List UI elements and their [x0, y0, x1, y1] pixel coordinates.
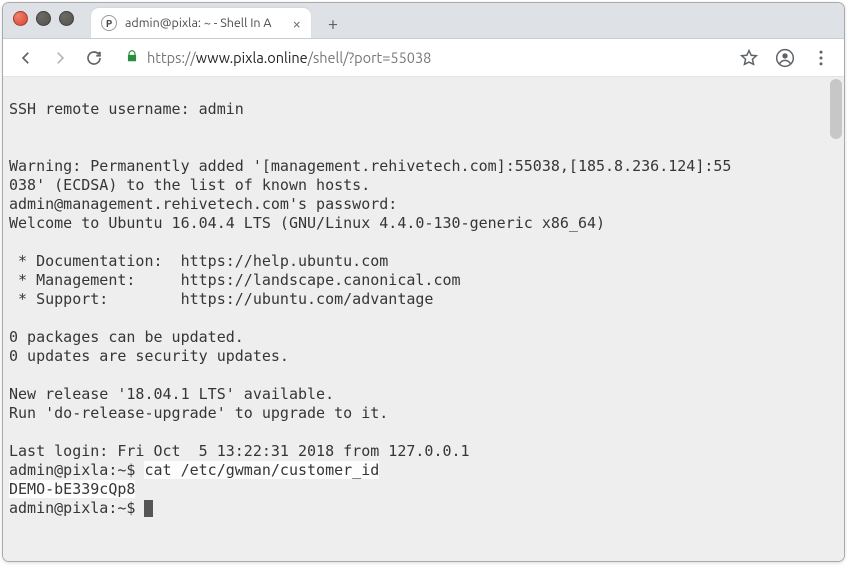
window-minimize-button[interactable]: [36, 11, 51, 26]
terminal-line: SSH remote username: admin: [9, 100, 244, 118]
window-controls: [13, 11, 82, 26]
window-maximize-button[interactable]: [59, 11, 74, 26]
url-path: /shell/?port=55038: [308, 49, 432, 66]
terminal-cursor: [144, 500, 153, 517]
window-close-button[interactable]: [13, 11, 28, 26]
terminal-command: cat /etc/gwman/customer_id: [144, 461, 379, 479]
terminal-line: 0 packages can be updated.: [9, 328, 244, 346]
terminal-output[interactable]: SSH remote username: admin Warning: Perm…: [3, 77, 844, 561]
terminal-line: Last login: Fri Oct 5 13:22:31 2018 from…: [9, 442, 470, 460]
terminal-line: admin@management.rehivetech.com's passwo…: [9, 195, 397, 213]
terminal-output-line: DEMO-bE339cQp8: [9, 480, 135, 498]
tab-title: admin@pixla: ~ - Shell In A: [125, 16, 287, 30]
forward-button[interactable]: [45, 43, 75, 73]
reload-button[interactable]: [79, 43, 109, 73]
tab-strip: P admin@pixla: ~ - Shell In A × +: [3, 3, 844, 39]
tab-close-icon[interactable]: ×: [293, 15, 301, 32]
new-tab-button[interactable]: +: [319, 10, 347, 38]
terminal-prompt: admin@pixla:~$: [9, 499, 144, 517]
terminal-line: Warning: Permanently added '[management.…: [9, 157, 731, 175]
menu-kebab-icon[interactable]: [806, 43, 836, 73]
terminal-line: Run 'do-release-upgrade' to upgrade to i…: [9, 404, 388, 422]
profile-avatar-icon[interactable]: [770, 43, 800, 73]
browser-toolbar: https://www.pixla.online/shell/?port=550…: [3, 39, 844, 77]
terminal-prompt: admin@pixla:~$: [9, 461, 144, 479]
url-scheme: https://: [147, 49, 196, 66]
terminal-line: * Support: https://ubuntu.com/advantage: [9, 290, 433, 308]
terminal-line: 038' (ECDSA) to the list of known hosts.: [9, 176, 370, 194]
scrollbar-thumb[interactable]: [830, 79, 842, 139]
terminal-line: Welcome to Ubuntu 16.04.4 LTS (GNU/Linux…: [9, 214, 605, 232]
terminal-line: * Management: https://landscape.canonica…: [9, 271, 461, 289]
url-host: www.pixla.online: [196, 49, 308, 66]
address-bar[interactable]: https://www.pixla.online/shell/?port=550…: [113, 43, 730, 73]
browser-window: P admin@pixla: ~ - Shell In A × + https:…: [2, 2, 845, 562]
terminal-line: 0 updates are security updates.: [9, 347, 289, 365]
bookmark-star-icon[interactable]: [734, 43, 764, 73]
terminal-line: * Documentation: https://help.ubuntu.com: [9, 252, 388, 270]
terminal-line: New release '18.04.1 LTS' available.: [9, 385, 334, 403]
back-button[interactable]: [11, 43, 41, 73]
browser-tab[interactable]: P admin@pixla: ~ - Shell In A ×: [91, 8, 311, 38]
tab-favicon-icon: P: [101, 15, 117, 31]
lock-icon: [125, 49, 139, 66]
